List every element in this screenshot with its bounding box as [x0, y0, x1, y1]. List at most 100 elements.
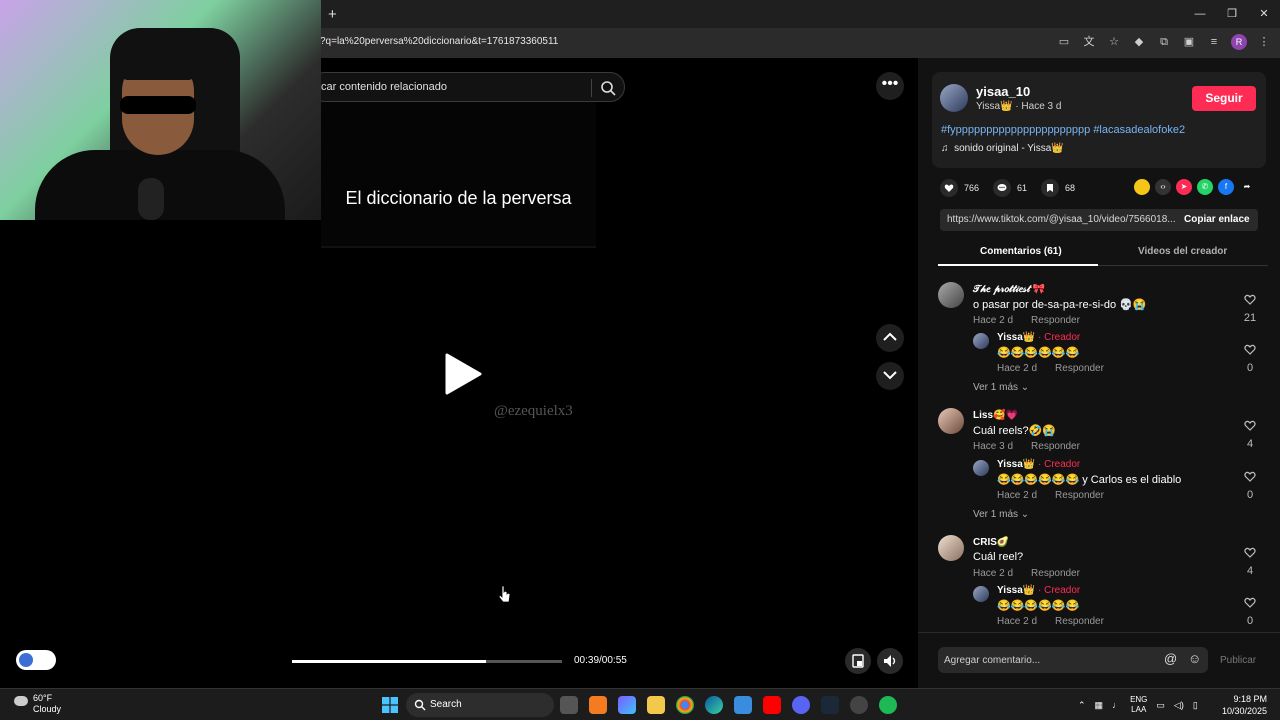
reply-button[interactable]: Responder [1031, 568, 1080, 579]
clock-date: 10/30/2025 [1222, 706, 1268, 716]
save-stat[interactable]: 68 [1041, 179, 1075, 197]
more-options-button[interactable]: ••• [876, 72, 904, 100]
language-indicator[interactable]: ENG LAA [1130, 695, 1147, 715]
previous-video-button[interactable] [876, 324, 904, 352]
display-icon[interactable]: ▭ [1156, 700, 1165, 711]
pip-button[interactable] [845, 648, 871, 674]
app-circle-icon[interactable] [850, 696, 868, 714]
video-progress-bar[interactable] [292, 660, 562, 663]
reply-like[interactable]: 0 [1238, 342, 1262, 374]
reply-like[interactable]: 0 [1238, 595, 1262, 627]
hashtags[interactable]: #fypppppppppppppppppppppp #lacasadealofo… [941, 124, 1185, 136]
commenter-avatar[interactable] [938, 408, 964, 434]
commenter-avatar[interactable] [938, 535, 964, 561]
next-video-button[interactable] [876, 362, 904, 390]
commenter-avatar[interactable] [938, 282, 964, 308]
extension-icon[interactable]: ◆ [1131, 34, 1147, 50]
share-arrow-icon[interactable]: ➦ [1239, 179, 1255, 195]
reply-avatar[interactable] [973, 586, 989, 602]
coin-icon[interactable] [1134, 179, 1150, 195]
commenter-name[interactable]: 𝒯𝒽𝑒 𝓅𝓇𝑜𝓉𝓉𝒾𝑒𝓈𝓉 🎀 [973, 284, 1045, 295]
heart-outline-icon [1244, 344, 1256, 355]
volume-button[interactable] [877, 648, 903, 674]
comment-like[interactable]: 4 [1238, 418, 1262, 450]
sidepanel-icon[interactable]: ▣ [1181, 34, 1197, 50]
publish-button[interactable]: Publicar [1220, 655, 1256, 666]
reply-reply-button[interactable]: Responder [1055, 616, 1104, 627]
clock[interactable]: 9:18 PM 10/30/2025 [1222, 693, 1267, 717]
view-more-replies[interactable]: Ver 1 más ⌄ [973, 509, 1029, 520]
maximize-button[interactable]: ❒ [1216, 0, 1248, 28]
url-text[interactable]: ?q=la%20perversa%20diccionario&t=1761873… [320, 36, 558, 47]
overlay-toggle[interactable] [16, 650, 56, 670]
menu-kebab-icon[interactable]: ⋮ [1256, 34, 1272, 50]
emoji-icon[interactable]: ☺ [1188, 651, 1201, 666]
active-tab-underline [938, 264, 1098, 266]
copy-link-button[interactable]: Copiar enlace [1184, 214, 1250, 225]
store-icon[interactable] [734, 696, 752, 714]
minimize-button[interactable]: — [1184, 0, 1216, 28]
search-input[interactable]: car contenido relacionado [321, 81, 447, 93]
reply-button[interactable]: Responder [1031, 441, 1080, 452]
video-title-area: El diccionario de la perversa [321, 102, 596, 248]
app-orange-icon[interactable] [589, 696, 607, 714]
commenter-name[interactable]: Liss🥰💗 [973, 410, 1018, 421]
reply-button[interactable]: Responder [1031, 315, 1080, 326]
embed-icon[interactable]: ‹› [1155, 179, 1171, 195]
whatsapp-icon[interactable]: ✆ [1197, 179, 1213, 195]
facebook-icon[interactable]: f [1218, 179, 1234, 195]
related-search-box[interactable]: car contenido relacionado [310, 72, 625, 102]
steam-icon[interactable] [821, 696, 839, 714]
discord-icon[interactable] [792, 696, 810, 714]
reply-like[interactable]: 0 [1238, 469, 1262, 501]
reply-reply-button[interactable]: Responder [1055, 363, 1104, 374]
reply-reply-button[interactable]: Responder [1055, 490, 1104, 501]
search-icon[interactable] [599, 79, 617, 97]
media-icon[interactable]: ≡ [1206, 34, 1222, 50]
video-link[interactable]: https://www.tiktok.com/@yisaa_10/video/7… [947, 214, 1179, 225]
tab-comments[interactable]: Comentarios (61) [980, 246, 1062, 257]
view-more-replies[interactable]: Ver 1 más ⌄ [973, 382, 1029, 393]
heart-outline-icon [1244, 471, 1256, 482]
profile-avatar[interactable]: R [1231, 34, 1247, 50]
reply-avatar[interactable] [973, 460, 989, 476]
follow-button[interactable]: Seguir [1192, 86, 1256, 111]
tab-creator-videos[interactable]: Videos del creador [1138, 246, 1227, 257]
mic-icon[interactable]: ♩ [1112, 700, 1121, 710]
tray-app-icon[interactable]: ▦ [1095, 700, 1104, 711]
youtube-icon[interactable] [763, 696, 781, 714]
reply-author[interactable]: Yissa👑 · Creador [997, 459, 1080, 470]
spotify-icon[interactable] [879, 696, 897, 714]
close-window-button[interactable]: ✕ [1248, 0, 1280, 28]
reply-avatar[interactable] [973, 333, 989, 349]
mention-icon[interactable]: @ [1164, 651, 1177, 666]
file-explorer-icon[interactable] [647, 696, 665, 714]
reply-author[interactable]: Yissa👑 · Creador [997, 332, 1080, 343]
bookmark-star-icon[interactable]: ☆ [1106, 34, 1122, 50]
tray-chevron-up-icon[interactable]: ⌃ [1078, 700, 1086, 711]
commenter-name[interactable]: CRIS🥑 [973, 537, 1009, 548]
puzzle-icon[interactable]: ⧉ [1156, 34, 1172, 50]
reply-author[interactable]: Yissa👑 · Creador [997, 585, 1080, 596]
creator-username[interactable]: yisaa_10 [976, 84, 1030, 99]
comment-stat[interactable]: 61 [993, 179, 1027, 197]
battery-icon[interactable]: ▯ [1193, 700, 1198, 711]
comment-like[interactable]: 4 [1238, 545, 1262, 577]
taskbar-search[interactable]: Search [406, 693, 554, 717]
creator-avatar[interactable] [940, 84, 968, 112]
windows-start-icon[interactable] [382, 697, 398, 713]
sound-line[interactable]: ♫ sonido original - Yissa👑 [941, 143, 1064, 154]
play-icon[interactable] [443, 352, 483, 396]
comment-input[interactable]: Agregar comentario... @ ☺ [938, 647, 1208, 673]
copilot-icon[interactable] [618, 696, 636, 714]
task-view-icon[interactable] [560, 696, 578, 714]
comment-like[interactable]: 21 [1238, 292, 1262, 324]
send-icon[interactable]: ➤ [1176, 179, 1192, 195]
install-icon[interactable]: ▭ [1056, 34, 1072, 50]
chrome-icon[interactable] [676, 696, 694, 714]
edge-icon[interactable] [705, 696, 723, 714]
speaker-icon[interactable]: ◁) [1174, 700, 1184, 711]
new-tab-button[interactable]: + [328, 6, 337, 23]
like-stat[interactable]: 766 [940, 179, 979, 197]
translate-icon[interactable]: 文 [1081, 34, 1097, 50]
